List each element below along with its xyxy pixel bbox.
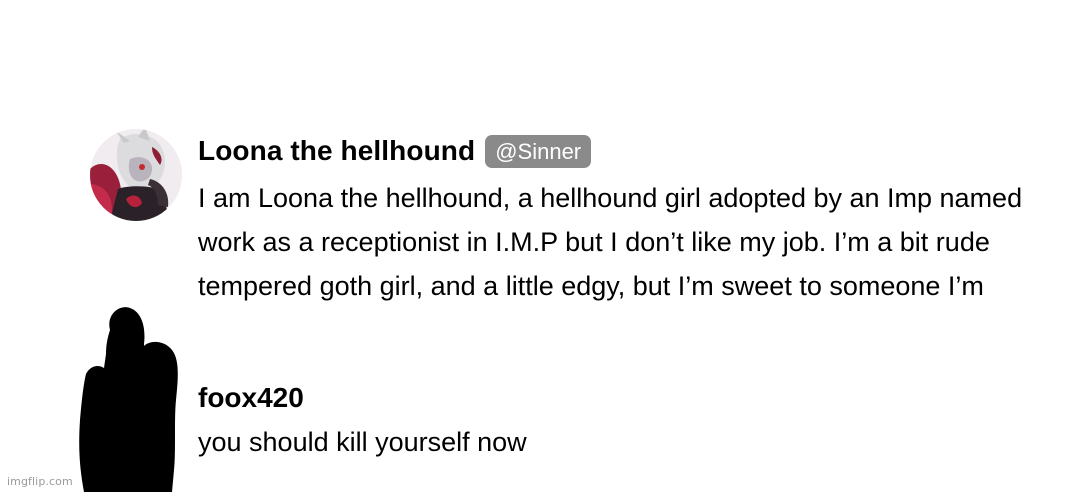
silhouette-hand-icon [70, 300, 190, 492]
message-text: I am Loona the hellhound, a hellhound gi… [198, 176, 1092, 308]
character-avatar-icon [90, 129, 182, 221]
avatar[interactable] [90, 129, 182, 221]
user-badge: @Sinner [485, 134, 592, 168]
author-row: Loona the hellhound @Sinner [198, 133, 592, 169]
message-text: you should kill yourself now [198, 427, 527, 457]
message-line: work as a receptionist in I.M.P but I do… [198, 227, 990, 257]
author-name[interactable]: Loona the hellhound [198, 133, 475, 169]
author-name[interactable]: foox420 [198, 380, 304, 416]
watermark: imgflip.com [7, 475, 73, 488]
message-line: I am Loona the hellhound, a hellhound gi… [198, 183, 1023, 213]
message-line: tempered goth girl, and a little edgy, b… [198, 271, 984, 301]
